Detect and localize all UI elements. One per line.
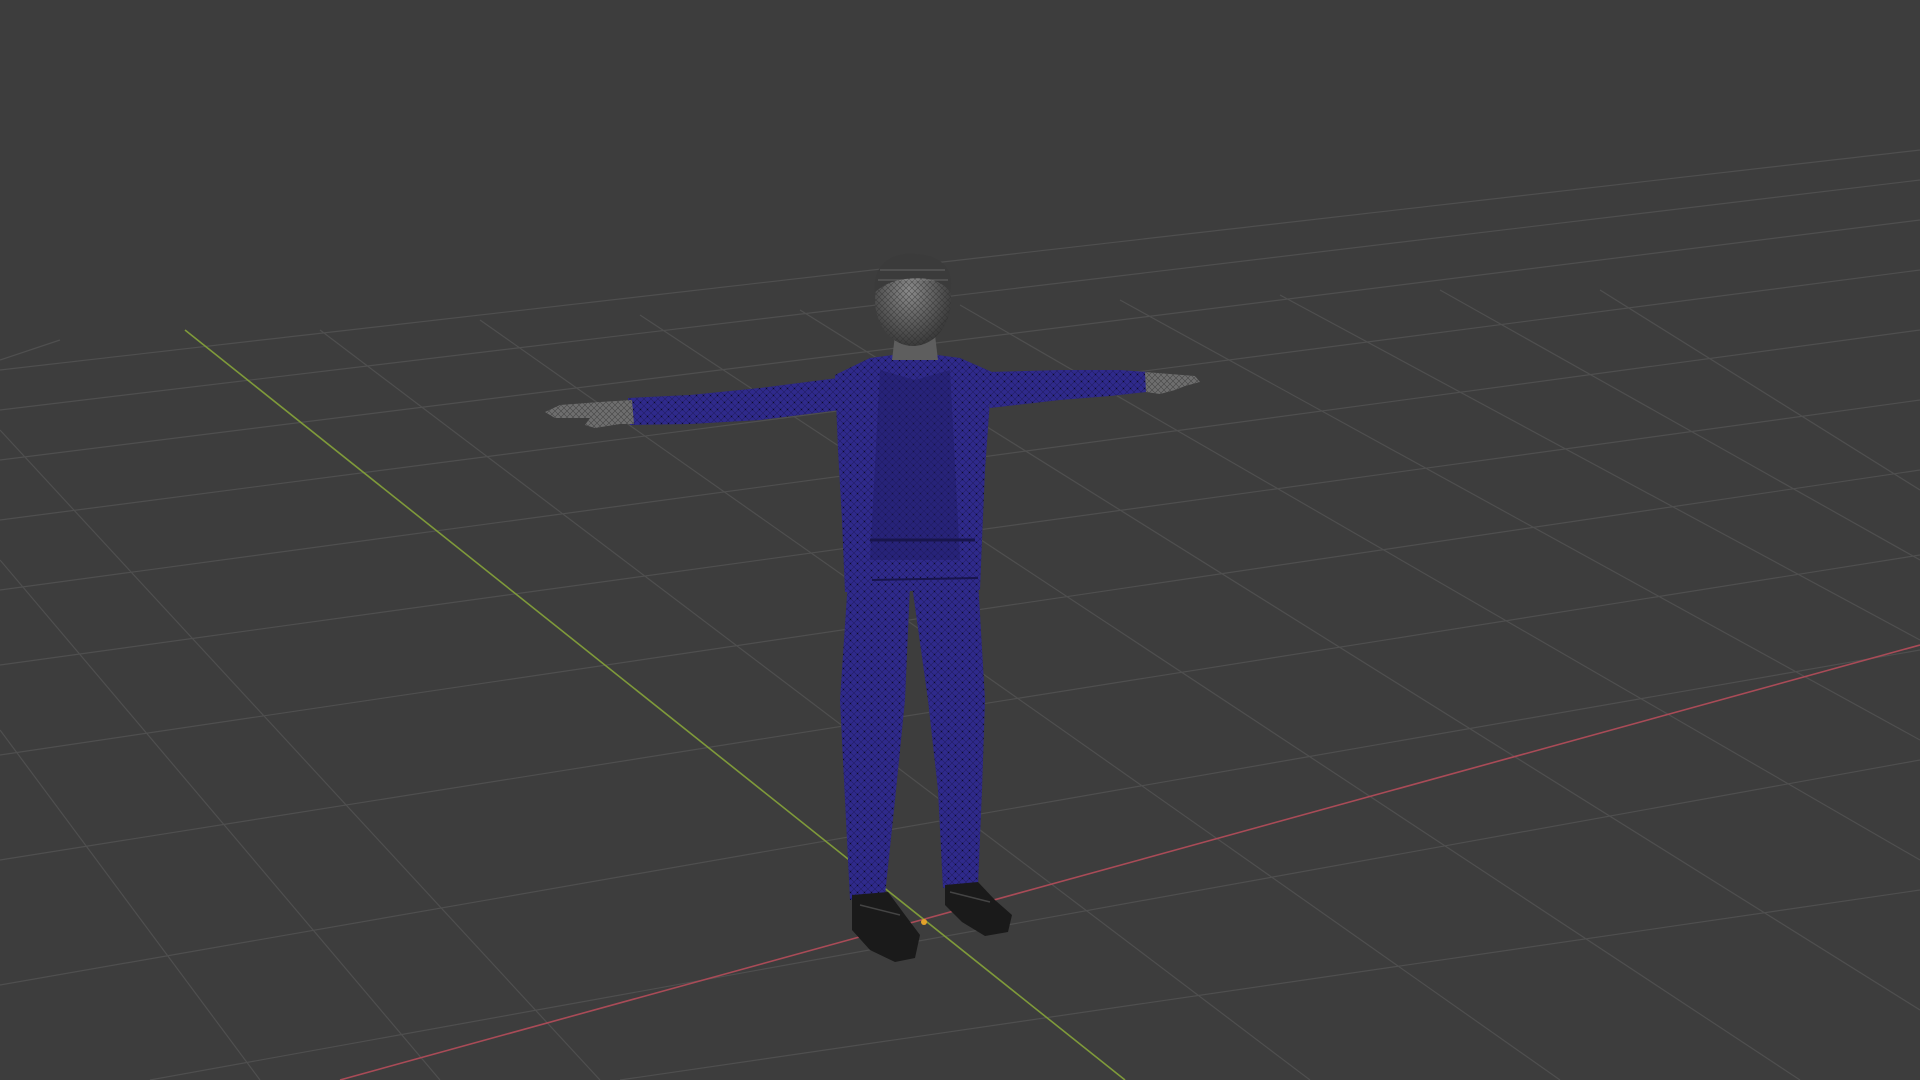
vest-shadow	[870, 370, 960, 560]
viewport-canvas[interactable]	[0, 0, 1920, 1080]
3d-viewport[interactable]	[0, 0, 1920, 1080]
origin-marker	[921, 919, 927, 925]
